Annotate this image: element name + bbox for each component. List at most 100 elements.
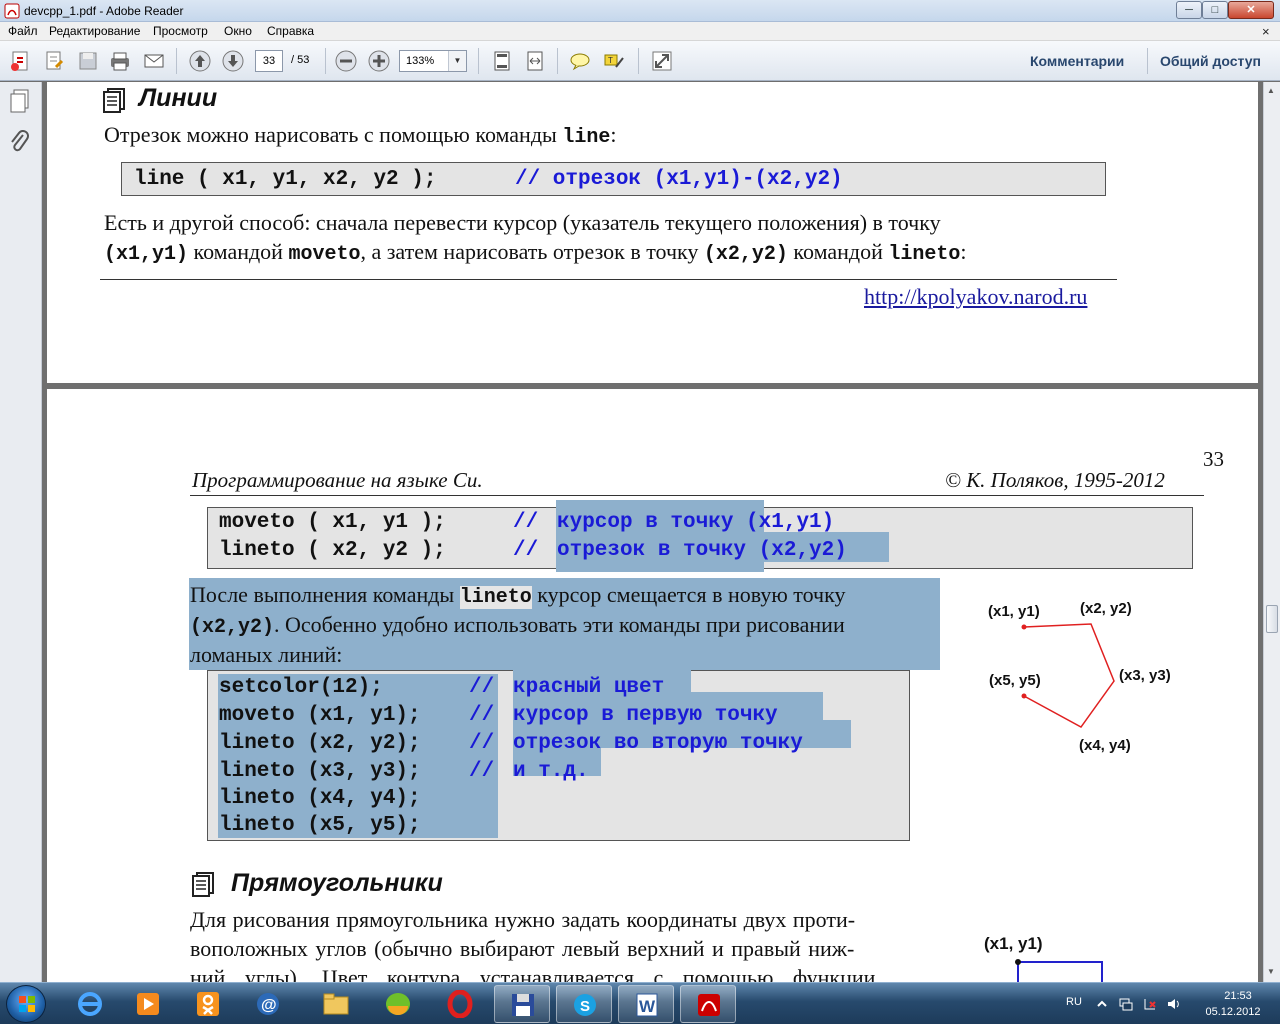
toolbar-separator — [325, 48, 326, 74]
volume-icon[interactable] — [1166, 996, 1182, 1012]
footer-link[interactable]: http://kpolyakov.narod.ru — [864, 284, 1087, 310]
close-document-icon[interactable]: × — [1262, 24, 1270, 39]
email-icon[interactable] — [142, 49, 166, 73]
code-text: lineto (x5, y5); — [219, 814, 421, 837]
menu-view[interactable]: Просмотр — [153, 24, 208, 38]
vertex-point — [1021, 693, 1027, 699]
create-pdf-icon[interactable] — [8, 49, 32, 73]
text-run: : — [960, 239, 967, 264]
menu-edit[interactable]: Редактирование — [49, 24, 140, 38]
paragraph-line: ний углы). Цвет контура устанавливается … — [190, 965, 876, 982]
code-text: moveto ( x1, y1 ); — [219, 511, 446, 534]
pdf-page: Линии Отрезок можно нарисовать с помощью… — [47, 82, 1258, 383]
menu-window[interactable]: Окно — [224, 24, 252, 38]
code-block: moveto ( x1, y1 ); // курсор в точку (x1… — [207, 500, 1193, 572]
print-icon[interactable] — [108, 49, 132, 73]
highlight-icon[interactable]: T — [602, 49, 626, 73]
vertex-point — [1015, 959, 1021, 965]
taskbar-app-melon[interactable] — [370, 985, 426, 1023]
network-icon[interactable] — [1118, 996, 1134, 1012]
expand-icon[interactable] — [650, 49, 674, 73]
inline-code: (x2,y2) — [190, 616, 275, 639]
text-run: После выполнения команды — [190, 582, 460, 607]
page-thumbnails-icon[interactable] — [8, 88, 32, 114]
window-title: devcpp_1.pdf - Adobe Reader — [24, 4, 184, 18]
code-text: lineto (x4, y4); — [219, 787, 421, 810]
vertex-point — [1021, 624, 1027, 630]
zoom-value: 133% — [406, 55, 435, 67]
zoom-select[interactable]: 133% ▼ — [399, 50, 467, 72]
floppy-disk-icon — [512, 994, 534, 1016]
internet-explorer-icon — [78, 992, 102, 1016]
text-run: . Особенно удобно использовать эти коман… — [274, 612, 845, 637]
paragraph-line: воположных углов (обычно выбирают левый … — [190, 936, 855, 961]
scroll-down-icon[interactable]: ▼ — [1267, 967, 1275, 976]
taskbar-opera[interactable] — [432, 985, 488, 1023]
taskbar-odnoklassniki[interactable] — [180, 985, 236, 1023]
adobe-reader-icon — [698, 994, 720, 1016]
start-button[interactable] — [6, 985, 46, 1023]
taskbar-skype[interactable]: S — [556, 985, 612, 1023]
taskbar-mail[interactable]: @ — [240, 985, 296, 1023]
text-run: : — [610, 122, 617, 147]
text-run: Отрезок можно нарисовать с помощью коман… — [104, 122, 563, 147]
paragraph: Отрезок можно нарисовать с помощью коман… — [104, 122, 616, 149]
share-button[interactable]: Общий доступ — [1160, 53, 1261, 69]
clock-time[interactable]: 21:53 — [1208, 990, 1268, 1002]
previous-page-icon[interactable] — [188, 49, 212, 73]
code-comment-slash: // — [513, 511, 539, 534]
zoom-in-icon[interactable] — [367, 49, 391, 73]
zoom-out-icon[interactable] — [334, 49, 358, 73]
comment-icon[interactable] — [568, 49, 592, 73]
menu-bar: Файл Редактирование Просмотр Окно Справк… — [0, 22, 1280, 41]
toolbar-separator — [638, 48, 639, 74]
close-button[interactable]: ✕ — [1228, 1, 1274, 19]
taskbar-media-player[interactable] — [120, 985, 176, 1023]
document-view[interactable]: Линии Отрезок можно нарисовать с помощью… — [42, 82, 1263, 982]
save-icon[interactable] — [76, 49, 100, 73]
scroll-up-icon[interactable]: ▲ — [1267, 86, 1275, 95]
inline-code: moveto — [288, 243, 361, 266]
rectangle-shape — [1017, 961, 1103, 982]
chevron-down-icon[interactable]: ▼ — [448, 51, 466, 71]
taskbar-save-app[interactable] — [494, 985, 550, 1023]
menu-file[interactable]: Файл — [8, 24, 38, 38]
scrollbar-thumb[interactable] — [1266, 605, 1278, 633]
code-comment: // отрезок (x1,y1)-(x2,y2) — [515, 168, 843, 191]
code-comment: красный цвет — [513, 676, 665, 699]
language-indicator[interactable]: RU — [1066, 996, 1082, 1008]
code-text: lineto (x2, y2); — [219, 732, 421, 755]
section-heading: Линии — [139, 84, 218, 112]
code-text: setcolor(12); — [219, 676, 383, 699]
clock-date[interactable]: 05.12.2012 — [1198, 1006, 1268, 1018]
code-text: lineto ( x2, y2 ); — [219, 539, 446, 562]
fit-width-icon[interactable] — [523, 49, 547, 73]
point-label: (x3, y3) — [1119, 667, 1171, 684]
paragraph-line: После выполнения команды lineto курсор с… — [190, 582, 846, 609]
next-page-icon[interactable] — [221, 49, 245, 73]
text-run: курсор смещается в новую точку — [531, 582, 846, 607]
vertical-scrollbar[interactable]: ▲ ▼ — [1263, 82, 1280, 982]
taskbar-word[interactable]: W — [618, 985, 674, 1023]
minimize-button[interactable]: ─ — [1176, 1, 1202, 19]
code-text: lineto (x3, y3); — [219, 760, 421, 783]
odnoklassniki-icon — [197, 992, 219, 1016]
page-number-input[interactable]: 33 — [255, 50, 283, 72]
text-run: командой — [787, 239, 889, 264]
code-comment: отрезок в точку (x2,y2) — [557, 539, 847, 562]
fit-page-icon[interactable] — [490, 49, 514, 73]
show-hidden-icons-icon[interactable] — [1094, 996, 1110, 1012]
attachments-icon[interactable] — [8, 130, 32, 156]
text-run: , а затем нарисовать отрезок в точку — [360, 239, 704, 264]
taskbar-adobe-reader[interactable] — [680, 985, 736, 1023]
document-edit-icon[interactable] — [42, 49, 66, 73]
point-label: (x2, y2) — [1080, 600, 1132, 617]
point-label: (x5, y5) — [989, 672, 1041, 689]
action-center-icon[interactable] — [1142, 996, 1158, 1012]
code-block: setcolor(12); // красный цвет moveto (x1… — [207, 663, 910, 841]
comments-button[interactable]: Комментарии — [1030, 53, 1124, 69]
maximize-button[interactable]: □ — [1202, 1, 1228, 19]
menu-help[interactable]: Справка — [267, 24, 314, 38]
taskbar-explorer[interactable] — [308, 985, 364, 1023]
taskbar-ie[interactable] — [62, 985, 118, 1023]
